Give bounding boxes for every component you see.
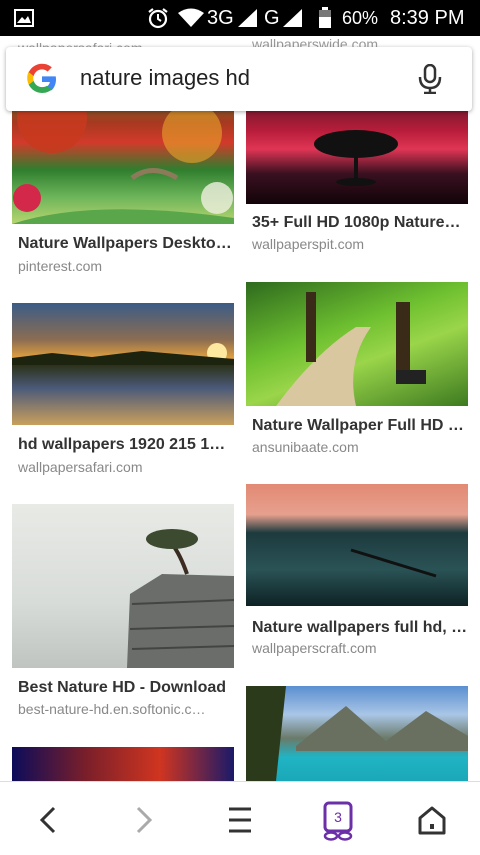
result-card[interactable]: Nature wallpapers full hd, … wallpapersc… (246, 484, 468, 660)
signal-icon (283, 9, 302, 27)
home-icon[interactable] (412, 800, 452, 840)
result-title[interactable]: Nature Wallpaper Full HD … (252, 417, 468, 435)
battery-percent: 60% (342, 8, 379, 28)
result-title[interactable]: 35+ Full HD 1080p Nature… (252, 214, 468, 232)
forward-icon[interactable] (124, 800, 164, 840)
battery-icon (319, 7, 331, 28)
result-card[interactable] (12, 747, 234, 781)
result-source: pinterest.com (18, 258, 103, 274)
result-card[interactable]: Nature Wallpaper Full HD … ansunibaate.c… (246, 282, 468, 458)
result-card[interactable]: Best Nature HD - Download best-nature-hd… (12, 504, 234, 718)
bottom-nav-bar: 3 (0, 781, 480, 855)
result-source: wallpapersafari.com (18, 459, 143, 475)
result-title[interactable]: Nature wallpapers full hd, … (252, 619, 468, 637)
status-bar: 3G G 60% 8:39 PM (0, 0, 480, 36)
signal-icon (238, 9, 257, 27)
back-icon[interactable] (28, 800, 68, 840)
network-type-label: 3G (207, 7, 234, 29)
result-thumbnail[interactable] (12, 747, 234, 781)
alarm-icon (148, 8, 168, 29)
result-title[interactable]: Best Nature HD - Download (18, 679, 234, 697)
clock: 8:39 PM (390, 7, 465, 29)
search-bar[interactable]: nature images hd (6, 47, 472, 111)
tabs-count: 3 (334, 809, 342, 825)
result-source: ansunibaate.com (252, 439, 359, 455)
result-card[interactable]: hd wallpapers 1920 215 1… wallpapersafar… (12, 303, 234, 479)
network-type-label-2: G (264, 7, 280, 29)
result-source: best-nature-hd.en.softonic.c… (18, 701, 206, 717)
result-thumbnail[interactable] (246, 686, 468, 781)
result-thumbnail[interactable] (246, 282, 468, 406)
result-title[interactable]: hd wallpapers 1920 215 1… (18, 436, 234, 454)
tabs-button[interactable]: 3 (318, 798, 358, 842)
google-logo-icon (27, 63, 56, 93)
mic-icon[interactable] (418, 64, 442, 94)
wifi-icon (178, 8, 204, 27)
result-source: wallpaperspit.com (252, 236, 365, 252)
result-title[interactable]: Nature Wallpapers Deskto… (18, 235, 234, 253)
result-thumbnail[interactable] (246, 484, 468, 606)
result-card[interactable]: Nature Wallpapers Deskto… pinterest.com (12, 88, 234, 278)
result-thumbnail[interactable] (12, 504, 234, 668)
image-icon (14, 9, 34, 27)
search-input[interactable]: nature images hd (80, 65, 250, 91)
result-source: wallpaperscraft.com (252, 640, 377, 656)
result-thumbnail[interactable] (12, 303, 234, 425)
menu-icon[interactable] (220, 800, 260, 840)
result-card[interactable] (246, 686, 468, 781)
